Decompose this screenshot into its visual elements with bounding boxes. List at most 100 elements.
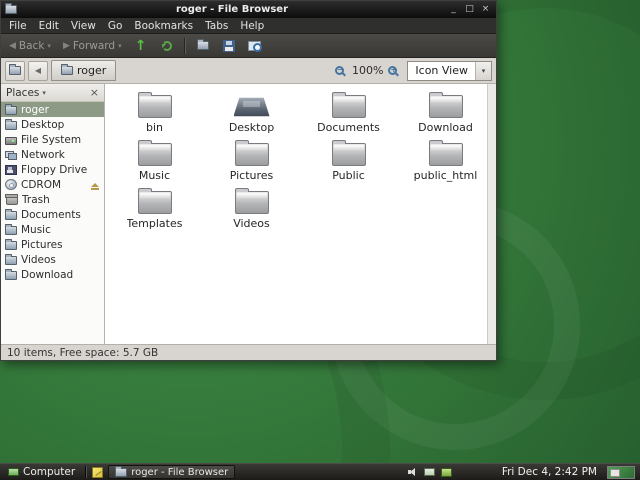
sidebar-item-videos[interactable]: Videos — [1, 252, 104, 267]
folder-icon — [138, 191, 172, 214]
menu-edit[interactable]: Edit — [33, 18, 65, 34]
network-icon — [5, 150, 17, 160]
folder-icon — [332, 95, 366, 118]
folder-icon — [5, 241, 17, 250]
places-sidebar: Places ▾ × roger Desktop File System Net… — [1, 84, 105, 344]
up-button[interactable]: ↑ — [129, 36, 153, 56]
search-icon — [248, 41, 261, 51]
status-text: 10 items, Free space: 5.7 GB — [7, 347, 158, 359]
statusbar: 10 items, Free space: 5.7 GB — [1, 344, 496, 360]
save-button[interactable] — [217, 36, 241, 56]
volume-icon[interactable] — [408, 467, 418, 477]
menu-view[interactable]: View — [65, 18, 102, 34]
scroll-tabs-left-button[interactable]: ◀ — [28, 61, 48, 81]
folder-icon — [332, 143, 366, 166]
sidebar-item-desktop[interactable]: Desktop — [1, 117, 104, 132]
folder-icon — [115, 468, 127, 477]
file-item-desktop[interactable]: Desktop — [203, 90, 300, 138]
close-sidebar-button[interactable]: × — [90, 87, 99, 98]
folder-icon — [138, 95, 172, 118]
file-item-music[interactable]: Music — [106, 138, 203, 186]
folder-icon — [235, 143, 269, 166]
minimize-button[interactable]: _ — [447, 2, 460, 17]
file-item-download[interactable]: Download — [397, 90, 494, 138]
taskbar-window-label: roger - File Browser — [131, 467, 228, 478]
sidebar-item-cdrom[interactable]: CDROM — [1, 177, 104, 192]
computer-icon — [8, 468, 19, 476]
file-grid: bin Desktop Documents Download Music Pic… — [105, 84, 496, 234]
sidebar-item-roger[interactable]: roger — [1, 102, 104, 117]
drive-icon — [5, 137, 17, 145]
places-header[interactable]: Places ▾ × — [1, 84, 104, 102]
folder-icon — [5, 211, 17, 220]
file-item-public_html[interactable]: public_html — [397, 138, 494, 186]
file-view[interactable]: bin Desktop Documents Download Music Pic… — [105, 84, 496, 344]
menu-file[interactable]: File — [3, 18, 33, 34]
chevron-down-icon: ▾ — [47, 42, 51, 50]
folder-icon — [197, 41, 209, 50]
trash-icon — [6, 195, 18, 205]
workspace-switcher[interactable] — [607, 466, 635, 479]
display-icon[interactable] — [441, 468, 452, 477]
places-title: Places — [6, 87, 39, 99]
sidebar-item-network[interactable]: Network — [1, 147, 104, 162]
tab-roger[interactable]: roger — [51, 60, 116, 81]
notes-launcher-icon[interactable] — [92, 467, 103, 478]
file-item-documents[interactable]: Documents — [300, 90, 397, 138]
home-folder-button[interactable] — [191, 36, 215, 56]
desktop[interactable]: roger - File Browser _ □ × FileEditViewG… — [0, 0, 640, 480]
battery-icon[interactable] — [424, 468, 435, 476]
sidebar-item-pictures[interactable]: Pictures — [1, 237, 104, 252]
zoom-out-icon[interactable] — [335, 66, 344, 75]
sidebar-item-music[interactable]: Music — [1, 222, 104, 237]
refresh-button[interactable] — [155, 36, 179, 56]
toolbar-separator — [184, 38, 186, 54]
clock[interactable]: Fri Dec 4, 2:42 PM — [498, 466, 601, 478]
maximize-button[interactable]: □ — [463, 2, 476, 17]
menu-help[interactable]: Help — [234, 18, 270, 34]
window-icon — [5, 5, 17, 14]
menu-go[interactable]: Go — [102, 18, 129, 34]
folder-icon — [5, 106, 17, 115]
computer-menu-button[interactable]: Computer — [3, 465, 80, 480]
menubar: FileEditViewGoBookmarksTabsHelp — [1, 18, 496, 34]
folder-icon — [61, 66, 73, 75]
sidebar-item-floppy-drive[interactable]: Floppy Drive — [1, 162, 104, 177]
sidebar-item-file-system[interactable]: File System — [1, 132, 104, 147]
places-list: roger Desktop File System Network Floppy… — [1, 102, 104, 344]
titlebar[interactable]: roger - File Browser _ □ × — [1, 1, 496, 18]
chevron-down-icon: ▾ — [475, 62, 491, 80]
folder-icon — [429, 95, 463, 118]
up-arrow-icon: ↑ — [135, 39, 147, 53]
forward-label: Forward — [73, 40, 115, 52]
menu-tabs[interactable]: Tabs — [199, 18, 234, 34]
taskbar-window-button[interactable]: roger - File Browser — [108, 465, 235, 479]
chevron-down-icon: ▾ — [42, 89, 46, 97]
sidebar-item-documents[interactable]: Documents — [1, 207, 104, 222]
back-button[interactable]: ◀ Back ▾ — [4, 36, 56, 56]
eject-icon[interactable] — [91, 183, 99, 187]
folder-icon — [5, 256, 17, 265]
folder-icon — [5, 226, 17, 235]
folder-icon — [235, 191, 269, 214]
cdrom-icon — [5, 179, 17, 190]
refresh-icon — [162, 41, 172, 51]
zoom-in-icon[interactable] — [388, 66, 397, 75]
file-item-videos[interactable]: Videos — [203, 186, 300, 234]
close-button[interactable]: × — [479, 2, 492, 17]
computer-menu-label: Computer — [23, 466, 75, 478]
sidebar-item-download[interactable]: Download — [1, 267, 104, 282]
file-item-pictures[interactable]: Pictures — [203, 138, 300, 186]
file-item-bin[interactable]: bin — [106, 90, 203, 138]
new-tab-button[interactable] — [5, 61, 25, 81]
forward-button[interactable]: ▶ Forward ▾ — [58, 36, 127, 56]
find-button[interactable] — [243, 36, 267, 56]
chevron-down-icon: ▾ — [118, 42, 122, 50]
menu-bookmarks[interactable]: Bookmarks — [128, 18, 199, 34]
vertical-scrollbar[interactable] — [487, 84, 496, 344]
view-mode-select[interactable]: Icon View ▾ — [407, 61, 492, 81]
file-item-public[interactable]: Public — [300, 138, 397, 186]
file-item-templates[interactable]: Templates — [106, 186, 203, 234]
folder-icon — [5, 121, 17, 130]
sidebar-item-trash[interactable]: Trash — [1, 192, 104, 207]
